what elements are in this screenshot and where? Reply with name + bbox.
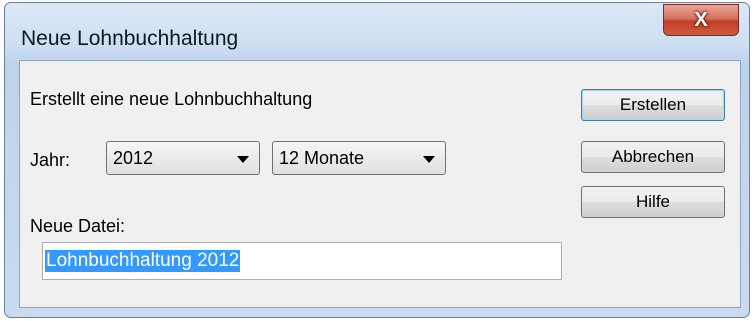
help-button[interactable]: Hilfe — [581, 186, 725, 218]
close-button[interactable]: X — [663, 4, 739, 36]
dialog-title: Neue Lohnbuchhaltung — [21, 27, 239, 50]
cancel-button[interactable]: Abbrechen — [581, 141, 725, 173]
file-name-value: Lohnbuchhaltung 2012 — [45, 250, 241, 272]
chevron-down-icon — [237, 156, 249, 163]
file-name-input[interactable]: Lohnbuchhaltung 2012 — [42, 242, 562, 280]
dialog-content: Erstellt eine neue Lohnbuchhaltung Jahr:… — [19, 60, 741, 308]
dialog-window: Neue Lohnbuchhaltung X Erstellt eine neu… — [4, 2, 750, 318]
year-select-value: 2012 — [113, 148, 154, 168]
create-button[interactable]: Erstellen — [581, 89, 725, 121]
year-label: Jahr: — [30, 150, 71, 170]
year-select[interactable]: 2012 — [106, 141, 260, 175]
file-label: Neue Datei: — [30, 216, 126, 236]
chevron-down-icon — [423, 156, 435, 163]
months-select-value: 12 Monate — [279, 148, 365, 168]
dialog-caption: Erstellt eine neue Lohnbuchhaltung — [30, 89, 313, 109]
months-select[interactable]: 12 Monate — [272, 141, 446, 175]
close-icon: X — [694, 8, 708, 31]
